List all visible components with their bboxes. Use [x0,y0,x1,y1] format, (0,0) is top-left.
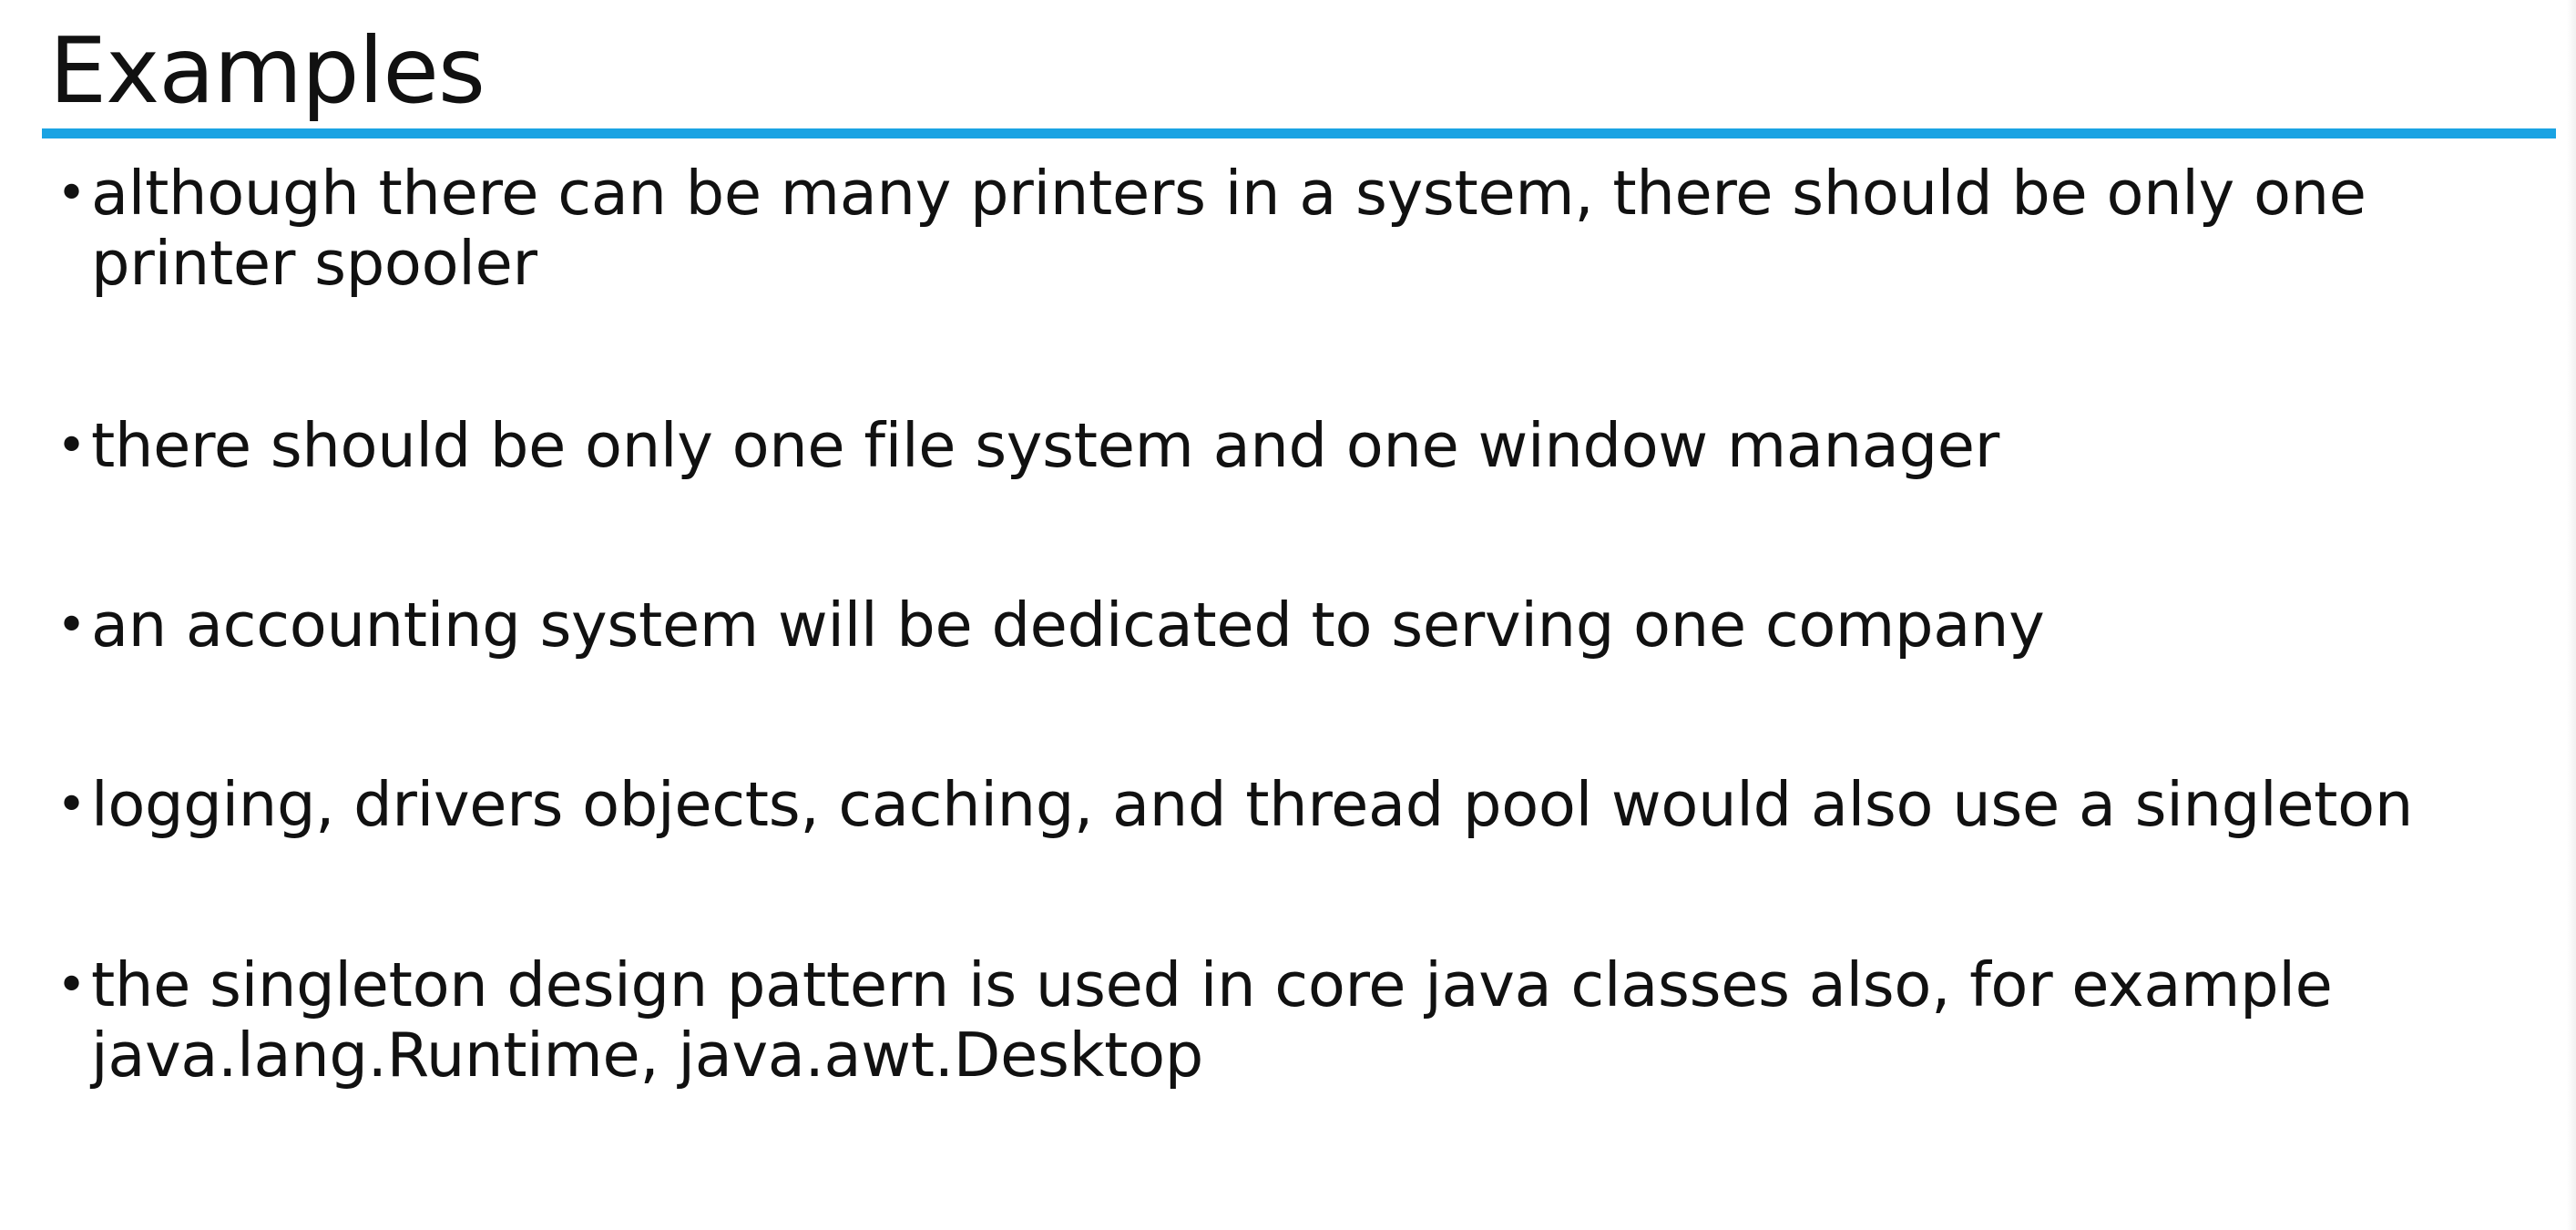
bullet-icon: • [56,775,87,835]
bullet-text-line: an accounting system will be dedicated t… [91,589,2045,661]
bullet-icon: • [56,164,87,223]
right-edge-shadow [2567,0,2576,1230]
bullet-icon: • [56,956,87,1015]
bullet-text-line: logging, drivers objects, caching, and t… [91,769,2414,840]
bullet-text-line: printer spooler [91,228,537,299]
bullet-text-line: there should be only one file system and… [91,410,1999,481]
bullet-item: • an accounting system will be dedicated… [56,589,2423,661]
slide: Examples • although there can be many pr… [0,0,2576,1230]
bullet-text-line: although there can be many printers in a… [91,158,2366,229]
bullet-item: • although there can be many printers in… [56,158,2423,299]
bullet-text-line: java.lang.Runtime, java.awt.Desktop [91,1020,1203,1091]
slide-title: Examples [49,17,486,124]
bullet-item: • the singleton design pattern is used i… [56,949,2423,1091]
bullet-item: • logging, drivers objects, caching, and… [56,769,2423,840]
bullet-icon: • [56,596,87,655]
bullet-item: • there should be only one file system a… [56,410,2423,481]
bullet-text-line: the singleton design pattern is used in … [91,949,2333,1020]
title-underline [42,128,2556,138]
bullet-icon: • [56,416,87,476]
